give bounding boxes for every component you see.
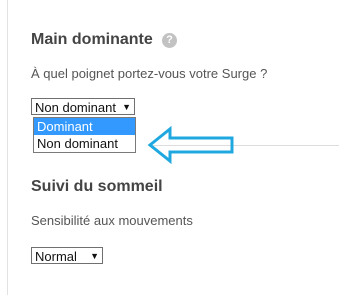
dropdown-option-non-dominant[interactable]: Non dominant — [34, 135, 135, 152]
left-border-rule — [7, 0, 8, 295]
dominant-hand-select[interactable]: Non dominant ▼ — [31, 98, 135, 115]
sleep-sensitivity-select[interactable]: Normal ▼ — [31, 247, 103, 264]
chevron-down-icon: ▼ — [122, 102, 131, 112]
wrist-question: À quel poignet portez-vous votre Surge ? — [31, 66, 268, 81]
left-arrow-icon — [147, 125, 234, 165]
movement-sensitivity-label: Sensibilité aux mouvements — [31, 213, 193, 228]
dominant-hand-select-value: Non dominant — [35, 100, 116, 115]
chevron-down-icon: ▼ — [90, 251, 99, 261]
sleep-section-title: Suivi du sommeil — [31, 178, 163, 195]
question-mark-icon[interactable]: ? — [162, 33, 177, 48]
dropdown-option-dominant[interactable]: Dominant — [34, 118, 135, 135]
sleep-sensitivity-select-value: Normal — [35, 249, 77, 264]
hand-section-title: Main dominante — [31, 31, 153, 48]
dominant-hand-dropdown[interactable]: Dominant Non dominant — [33, 117, 136, 153]
